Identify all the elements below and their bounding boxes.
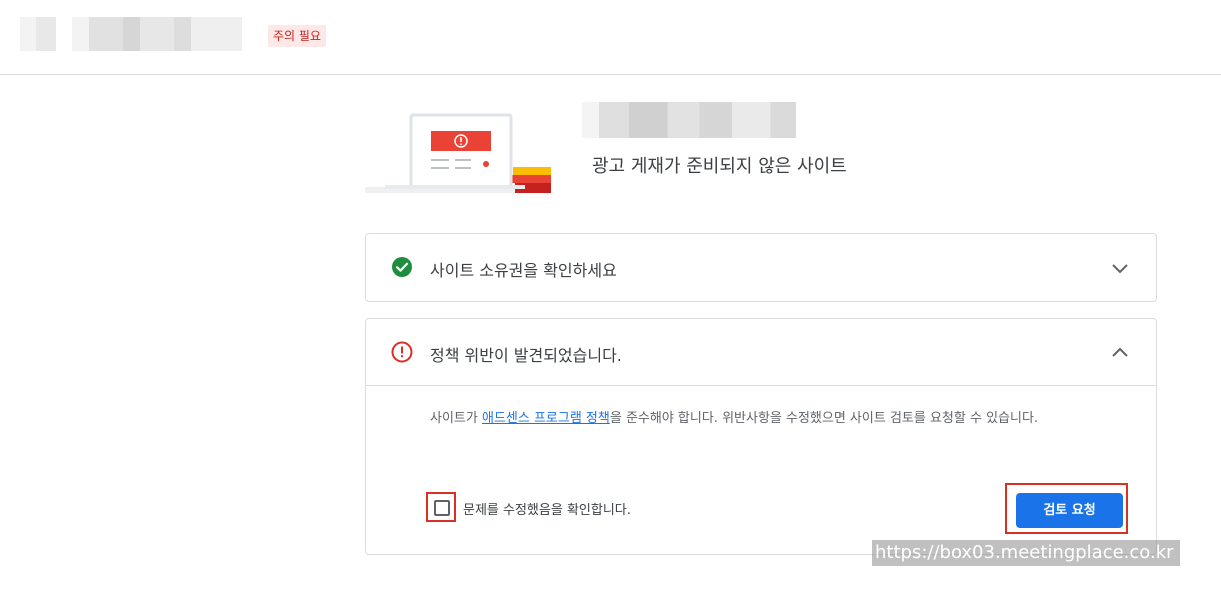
watermark-url: https://box03.meetingplace.co.kr — [872, 540, 1180, 566]
request-review-button[interactable]: 검토 요청 — [1016, 493, 1123, 528]
policy-card-body: 사이트가 애드센스 프로그램 정책을 준수해야 합니다. 위반사항을 수정했으면… — [366, 386, 1156, 555]
top-header: 주의 필요 — [0, 0, 1221, 75]
checkbox-highlight — [426, 492, 456, 522]
desc-text-after: 을 준수해야 합니다. 위반사항을 수정했으면 사이트 검토를 요청할 수 있습… — [609, 411, 1039, 426]
adsense-policy-link[interactable]: 애드센스 프로그램 정책 — [482, 411, 610, 426]
ownership-card-header[interactable]: 사이트 소유권을 확인하세요 — [366, 234, 1156, 301]
policy-card-header[interactable]: 정책 위반이 발견되었습니다. — [366, 319, 1156, 386]
chevron-down-icon[interactable] — [1110, 258, 1130, 278]
status-badge: 주의 필요 — [268, 25, 326, 47]
chevron-up-icon[interactable] — [1110, 343, 1130, 363]
site-status-subtitle: 광고 게재가 준비되지 않은 사이트 — [592, 156, 847, 177]
error-circle-icon — [391, 341, 413, 363]
blurred-site-url — [582, 102, 796, 138]
policy-description: 사이트가 애드센스 프로그램 정책을 준수해야 합니다. 위반사항을 수정했으면… — [430, 408, 1130, 430]
policy-card: 정책 위반이 발견되었습니다. 사이트가 애드센스 프로그램 정책을 준수해야 … — [365, 318, 1157, 555]
confirm-fixed-checkbox[interactable] — [434, 500, 450, 516]
page: 주의 필요 광고 게재가 준비되지 않은 사이트 사이트 소유권을 확인하세요 — [0, 0, 1221, 607]
blurred-logo — [20, 17, 56, 51]
desc-text-before: 사이트가 — [430, 411, 482, 426]
check-circle-icon — [392, 257, 412, 277]
button-highlight: 검토 요청 — [1005, 483, 1128, 534]
ownership-card[interactable]: 사이트 소유권을 확인하세요 — [365, 233, 1157, 302]
blurred-site-name — [72, 17, 242, 51]
ownership-card-title: 사이트 소유권을 확인하세요 — [430, 261, 617, 280]
policy-card-title: 정책 위반이 발견되었습니다. — [430, 346, 622, 365]
site-illustration — [365, 113, 551, 193]
confirm-fixed-label[interactable]: 문제를 수정했음을 확인합니다. — [463, 499, 631, 518]
